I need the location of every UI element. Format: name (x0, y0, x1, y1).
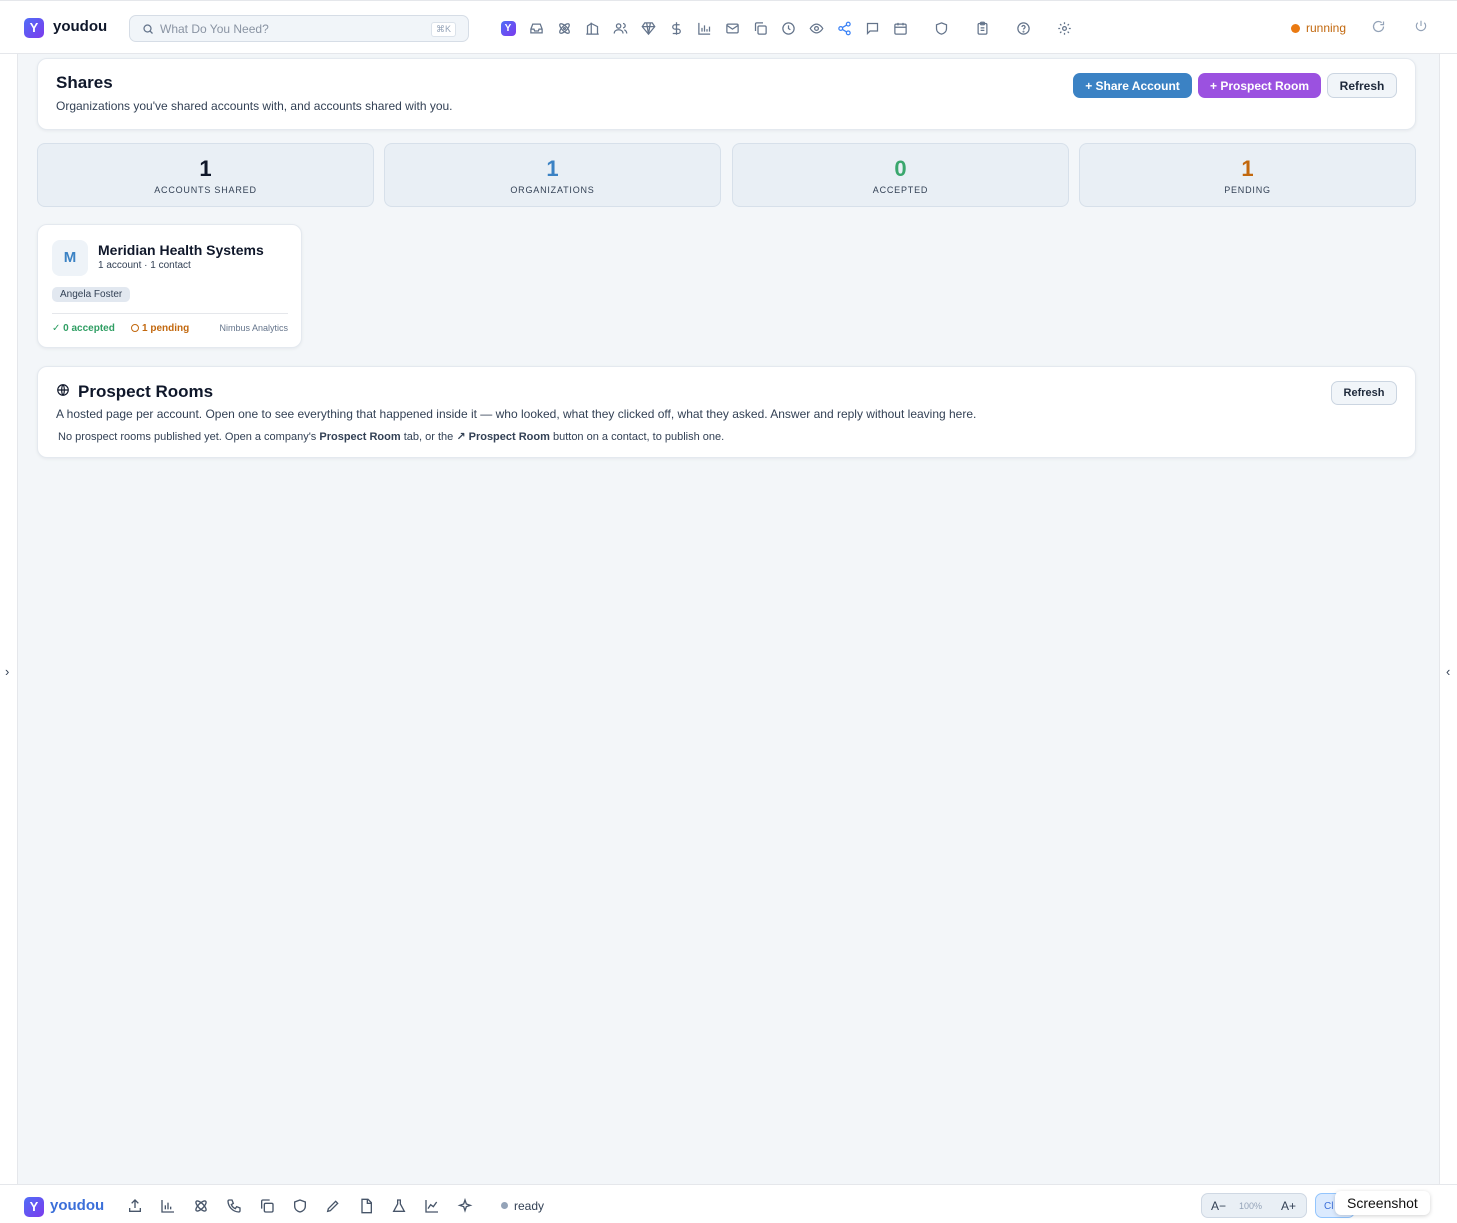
flask-icon[interactable] (391, 1198, 407, 1219)
clipboard-icon[interactable] (972, 18, 992, 38)
divider (52, 313, 288, 314)
stat-value: 1 (1241, 156, 1254, 181)
bar-chart-icon[interactable] (160, 1198, 176, 1219)
search-placeholder: What Do You Need? (160, 22, 269, 36)
right-rail[interactable]: ‹ (1439, 54, 1457, 1184)
stat-label: PENDING (1224, 185, 1271, 195)
pen-icon[interactable] (325, 1198, 341, 1219)
atom-icon[interactable] (193, 1198, 209, 1219)
stat-pending: 1 PENDING (1079, 143, 1416, 207)
ready-status: ready (514, 1199, 545, 1213)
youdou-logo-icon[interactable]: Y (498, 18, 518, 38)
zoom-control: A− 100% A+ (1201, 1193, 1307, 1218)
search-icon (142, 22, 154, 40)
shield-icon[interactable] (292, 1198, 308, 1219)
atom-icon[interactable] (554, 18, 574, 38)
expand-left-icon[interactable]: › (5, 664, 9, 679)
sparkle-icon[interactable] (457, 1197, 473, 1219)
rooms-refresh-button[interactable]: Refresh (1331, 381, 1397, 405)
buildings-icon[interactable] (582, 18, 602, 38)
chat-icon[interactable] (862, 18, 882, 38)
expand-right-icon[interactable]: ‹ (1446, 664, 1450, 679)
clock-icon[interactable] (778, 18, 798, 38)
empty-state: No prospect rooms published yet. Open a … (58, 431, 725, 443)
zoom-out-button[interactable]: A− (1211, 1199, 1226, 1213)
bottom-brand[interactable]: youdou (50, 1197, 104, 1214)
stat-value: 1 (546, 156, 559, 181)
upload-icon[interactable] (127, 1198, 143, 1219)
share-icon[interactable] (834, 18, 854, 38)
stat-accounts-shared: 1 ACCOUNTS SHARED (37, 143, 374, 207)
dollar-icon[interactable] (666, 18, 686, 38)
prospect-rooms-card: Prospect Rooms A hosted page per account… (37, 366, 1416, 458)
status-dot (1291, 24, 1300, 33)
prospect-room-tab-ref: Prospect Room (319, 431, 401, 443)
settings-icon[interactable] (1054, 18, 1074, 38)
file-icon[interactable] (358, 1198, 374, 1219)
help-icon[interactable] (1013, 18, 1033, 38)
zoom-in-button[interactable]: A+ (1281, 1199, 1296, 1213)
stat-value: 0 (894, 156, 907, 181)
app-title[interactable]: youdou (53, 18, 107, 35)
run-status: running (1291, 21, 1346, 35)
shared-by: Nimbus Analytics (219, 323, 288, 333)
pending-count: 1 pending (131, 323, 189, 334)
copy-icon[interactable] (750, 18, 770, 38)
org-card[interactable]: M Meridian Health Systems 1 account · 1 … (37, 224, 302, 348)
search-shortcut: ⌘K (430, 22, 456, 37)
stat-label: ACCEPTED (872, 185, 929, 195)
calendar-icon[interactable] (890, 18, 910, 38)
contact-chip[interactable]: Angela Foster (52, 287, 131, 302)
refresh-button[interactable]: Refresh (1327, 73, 1397, 98)
org-avatar: M (52, 240, 88, 276)
ready-dot (501, 1202, 508, 1209)
share-account-button[interactable]: + Share Account (1073, 73, 1192, 98)
page-subtitle: Organizations you've shared accounts wit… (56, 99, 453, 113)
section-title: Prospect Rooms (78, 382, 214, 401)
pending-circle-icon (131, 324, 139, 332)
stat-label: ACCOUNTS SHARED (154, 185, 257, 195)
section-description: A hosted page per account. Open one to s… (56, 407, 977, 421)
people-icon[interactable] (610, 18, 630, 38)
bottom-logo[interactable]: Y (24, 1197, 44, 1217)
top-bar: Y youdou What Do You Need? ⌘K Y running (0, 0, 1457, 54)
org-name[interactable]: Meridian Health Systems (98, 242, 264, 258)
eye-icon[interactable] (806, 18, 826, 38)
globe-icon (56, 383, 70, 402)
shield-icon[interactable] (931, 18, 951, 38)
gem-icon[interactable] (638, 18, 658, 38)
zoom-level: 100% (1239, 1201, 1263, 1211)
phone-icon[interactable] (226, 1198, 242, 1219)
stat-accepted: 0 ACCEPTED (732, 143, 1069, 207)
search-input[interactable]: What Do You Need? ⌘K (129, 15, 469, 42)
screenshot-tooltip: Screenshot (1335, 1191, 1430, 1215)
prospect-room-button-ref: ↗ Prospect Room (456, 431, 550, 443)
stat-organizations: 1 ORGANIZATIONS (384, 143, 721, 207)
area-chart-icon[interactable] (424, 1198, 440, 1219)
org-meta: 1 account · 1 contact (98, 260, 191, 271)
power-icon[interactable] (1414, 19, 1428, 38)
left-rail[interactable]: › (0, 54, 18, 1184)
reload-icon[interactable] (1371, 19, 1386, 39)
bar-chart-icon[interactable] (694, 18, 714, 38)
copy-icon[interactable] (259, 1198, 275, 1219)
stat-value: 1 (199, 156, 212, 181)
shares-header: Shares Organizations you've shared accou… (37, 58, 1416, 130)
accepted-count: ✓ 0 accepted (52, 323, 115, 334)
page-title: Shares (56, 73, 113, 92)
app-logo[interactable]: Y (24, 18, 44, 38)
inbox-icon[interactable] (526, 18, 546, 38)
prospect-room-button[interactable]: + Prospect Room (1198, 73, 1321, 98)
stat-label: ORGANIZATIONS (510, 185, 595, 195)
mail-icon[interactable] (722, 18, 742, 38)
